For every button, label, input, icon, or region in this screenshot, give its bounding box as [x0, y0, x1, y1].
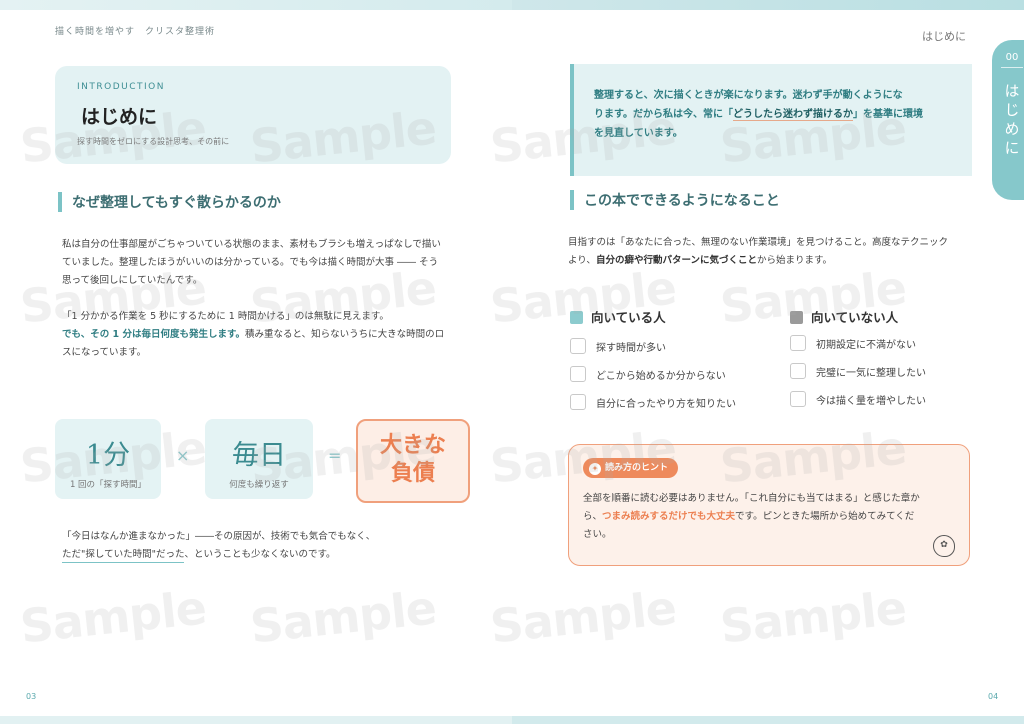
sample-watermark: Sample [717, 580, 909, 654]
lightbulb-icon: ✦ [589, 463, 601, 475]
chapter-side-tab[interactable]: 00 はじめに [992, 40, 1024, 200]
text-span: 」を基準に環境 [853, 109, 923, 120]
suited-title: 向いている人 [591, 310, 666, 325]
item-label: 自分に合ったやり方を知りたい [596, 399, 736, 410]
text-span: ら、 [583, 511, 603, 522]
text-line: 私は自分の仕事部屋がごちゃついている状態のまま、素材もブラシも増えっぱなしで描い [62, 239, 441, 250]
left-section-heading: なぜ整理してもすぐ散らかるのか [58, 192, 281, 212]
checkbox[interactable] [570, 394, 586, 410]
item-label: 探す時間が多い [596, 343, 666, 354]
checkbox[interactable] [790, 335, 806, 351]
suited-item[interactable]: 自分に合ったやり方を知りたい [570, 394, 736, 410]
text-line: 「1 分かかる作業を 5 秒にするために 1 時間かける」のは無駄に見えます。 [62, 311, 389, 322]
key-quote-text: 整理すると、次に描くときが楽になります。迷わず手が動くようにな ります。だから私… [594, 86, 954, 143]
equation-result-line-2: 負債 [390, 460, 435, 486]
text-line: 全部を順番に読む必要はありません。「これ自分にも当てはまる」と感じた章か [583, 493, 920, 504]
text-line: ていました。整理したほうがいいのは分かっている。でも今は描く時間が大事 ―― そ… [62, 257, 439, 268]
text-span: 積み重なると、知らないうちに大きな時間のロ [245, 329, 445, 340]
text-line: ります。だから私は今、常に「どうしたら迷わず描けるか」を基準に環境 [594, 105, 954, 124]
running-head-book-title: 描く時間を増やす クリスタ整理術 [55, 27, 216, 37]
not-suited-title: 向いていない人 [811, 310, 899, 325]
underlined-text: ただ"探していた時間"だった [62, 549, 185, 563]
text-span: です。ピンときた場所から始めてみてくだ [735, 511, 915, 522]
text-line: 「今日はなんか進まなかった」――その原因が、技術でも気合でもなく、 [62, 531, 376, 542]
text-span: 、ということも少なくないのです。 [184, 549, 336, 560]
not-suited-heading: 向いていない人 [790, 307, 898, 326]
multiply-sign: × [176, 446, 190, 465]
tip-badge-label: 読み方のヒント [605, 463, 669, 473]
gray-square-icon [790, 311, 803, 324]
tip-text: 全部を順番に読む必要はありません。「これ自分にも当てはまる」と感じた章か ら、つ… [583, 490, 955, 544]
text-line: より、自分の癖や行動パターンに気づくことから始まります。 [568, 252, 968, 270]
sample-watermark: Sample [487, 580, 679, 654]
equation-term-2: 毎日 何度も繰り返す [205, 419, 313, 499]
text-line: 整理すると、次に描くときが楽になります。迷わず手が動くようにな [594, 90, 903, 101]
left-paragraph-2: 「1 分かかる作業を 5 秒にするために 1 時間かける」のは無駄に見えます。 … [62, 308, 462, 362]
checkbox[interactable] [790, 363, 806, 379]
equation-term-1: 1分 1 回の「探す時間」 [55, 419, 161, 499]
equation-term-1-value: 1分 [85, 440, 131, 471]
text-line: 目指すのは「あなたに合った、無理のない作業環境」を見つけること。高度なテクニック [568, 237, 949, 248]
text-line: を見直しています。 [594, 128, 683, 139]
text-line: でも、その 1 分は毎日何度も発生します。積み重なると、知らないうちに大きな時間… [62, 326, 462, 344]
text-span: より、 [568, 255, 596, 266]
equation-result: 大きな 負債 [356, 419, 470, 503]
suited-item[interactable]: どこから始めるか分からない [570, 366, 726, 382]
text-line: 思って後回しにしていたんです。 [62, 275, 203, 286]
equation-term-1-caption: 1 回の「探す時間」 [69, 480, 147, 490]
top-band-left [0, 0, 512, 10]
item-label: 完璧に一気に整理したい [816, 368, 926, 379]
suited-heading: 向いている人 [570, 307, 666, 326]
chapter-tab-label: はじめに [1002, 83, 1021, 159]
text-line: ら、つまみ読みするだけでも大丈夫です。ピンときた場所から始めてみてくだ [583, 508, 955, 526]
checkbox[interactable] [570, 366, 586, 382]
equation-result-line-1: 大きな [379, 432, 446, 458]
checkbox[interactable] [570, 338, 586, 354]
emphasis-text: でも、その 1 分は毎日何度も発生します。 [62, 329, 245, 340]
page-title: はじめに [81, 106, 158, 128]
reading-tip-box: ✦ 読み方のヒント 全部を順番に読む必要はありません。「これ自分にも当てはまる」と… [568, 444, 970, 566]
running-head-section: はじめに [922, 30, 966, 43]
text-line: スになっています。 [62, 347, 147, 358]
suited-item[interactable]: 探す時間が多い [570, 338, 666, 354]
equals-sign: = [328, 446, 342, 465]
right-section-heading: この本でできるようになること [570, 190, 780, 210]
equation-term-2-caption: 何度も繰り返す [229, 480, 289, 490]
not-suited-item[interactable]: 今は描く量を増やしたい [790, 391, 926, 407]
left-closing-paragraph: 「今日はなんか進まなかった」――その原因が、技術でも気合でもなく、 ただ"探して… [62, 528, 462, 564]
text-line: さい。 [583, 529, 612, 540]
left-paragraph-1: 私は自分の仕事部屋がごちゃついている状態のまま、素材もブラシも増えっぱなしで描い… [62, 236, 462, 290]
chapter-number: 00 [1001, 40, 1023, 68]
goal-paragraph: 目指すのは「あなたに合った、無理のない作業環境」を見つけること。高度なテクニック… [568, 234, 968, 270]
book-spread: 描く時間を増やす クリスタ整理術 はじめに 00 はじめに INTRODUCTI… [0, 0, 1024, 724]
highlight-text: つまみ読みするだけでも大丈夫 [602, 511, 736, 522]
top-band-right [512, 0, 1024, 10]
intro-eyebrow: INTRODUCTION [77, 82, 165, 92]
sample-watermark: Sample [17, 580, 209, 654]
item-label: 初期設定に不満がない [816, 340, 916, 351]
teal-square-icon [570, 311, 583, 324]
intro-box: INTRODUCTION はじめに 探す時間をゼロにする設計思考、その前に [55, 66, 451, 164]
text-line: ただ"探していた時間"だった、ということも少なくないのです。 [62, 546, 462, 564]
text-span: ります。だから私は今、常に「 [594, 109, 733, 120]
bottom-band-right [512, 716, 1024, 724]
sample-watermark: Sample [247, 580, 439, 654]
emphasis-text: 自分の癖や行動パターンに気づくこと [595, 255, 757, 266]
text-span: から始まります。 [756, 255, 833, 266]
not-suited-item[interactable]: 初期設定に不満がない [790, 335, 916, 351]
page-number-left: 03 [26, 692, 37, 701]
intro-subtitle: 探す時間をゼロにする設計思考、その前に [77, 137, 230, 146]
key-quote-box: 整理すると、次に描くときが楽になります。迷わず手が動くようにな ります。だから私… [570, 64, 972, 176]
equation-term-2-value: 毎日 [232, 440, 286, 471]
item-label: どこから始めるか分からない [596, 371, 726, 382]
item-label: 今は描く量を増やしたい [816, 396, 926, 407]
bottom-band-left [0, 716, 512, 724]
page-number-right: 04 [988, 692, 999, 701]
tip-badge: ✦ 読み方のヒント [583, 458, 679, 478]
highlight-text: どうしたら迷わず描けるか [733, 109, 853, 121]
checkbox[interactable] [790, 391, 806, 407]
not-suited-item[interactable]: 完璧に一気に整理したい [790, 363, 926, 379]
palette-doodle-icon: ✿ [933, 535, 955, 557]
